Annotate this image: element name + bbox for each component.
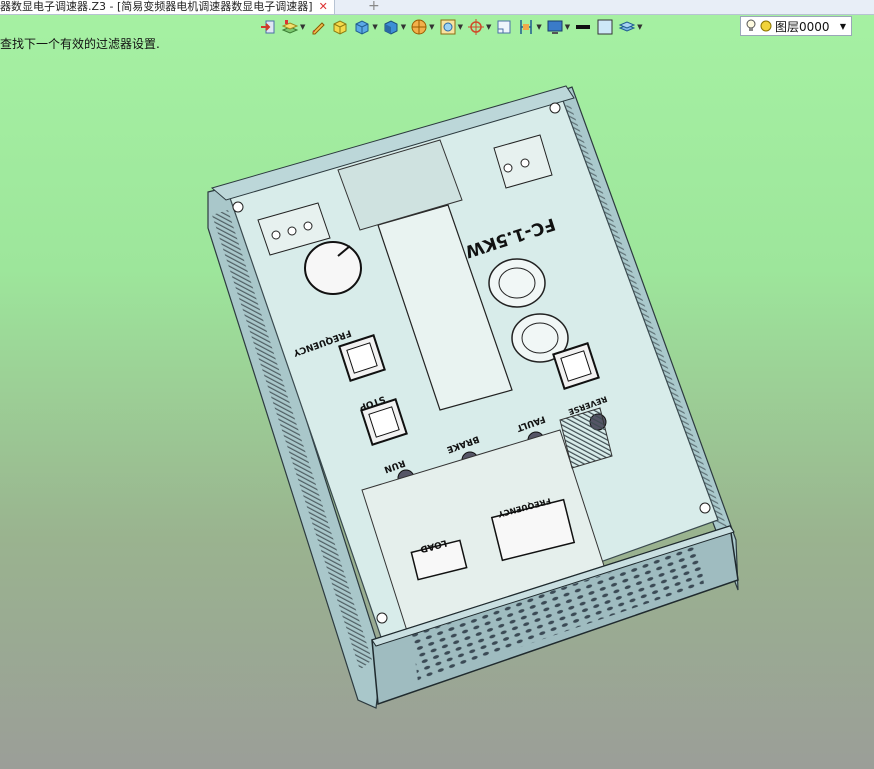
corner-screw (699, 502, 711, 514)
frequency-knob[interactable] (304, 241, 362, 295)
3d-viewport[interactable]: FREQUENCY FC-1.5KW STOP RUN REVERSE BRAK… (0, 0, 874, 769)
terminal-screw (271, 230, 281, 240)
terminal-screw (503, 163, 513, 173)
corner-screw (549, 102, 561, 114)
corner-screw (376, 612, 388, 624)
terminal-screw (303, 221, 313, 231)
terminal-screw (287, 226, 297, 236)
capacitor-1 (488, 258, 546, 308)
terminal-screw (520, 158, 530, 168)
corner-screw (232, 201, 244, 213)
